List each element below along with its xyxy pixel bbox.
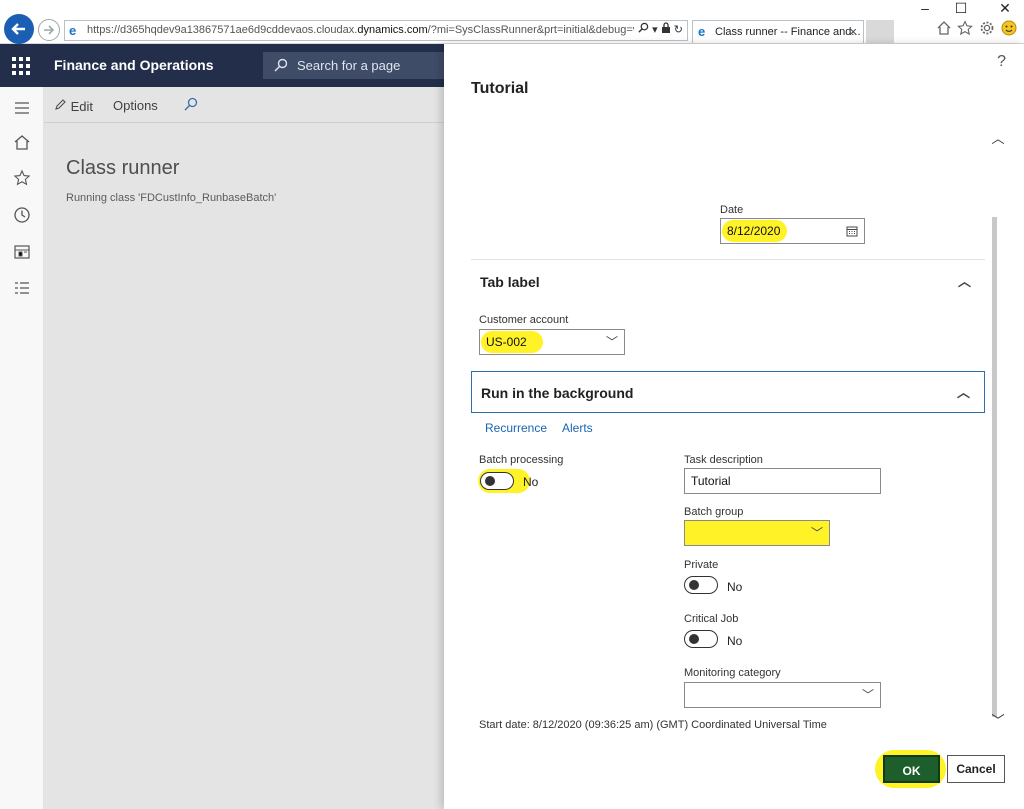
tab-title: Class runner -- Finance and...	[715, 26, 861, 38]
ok-button[interactable]: OK	[883, 755, 940, 783]
home-icon[interactable]	[936, 20, 952, 36]
lock-icon	[661, 22, 670, 33]
dropdown-icon: ▾	[652, 24, 658, 36]
clock-icon[interactable]	[13, 206, 31, 224]
star-icon[interactable]	[957, 20, 973, 36]
critical-job-label: Critical Job	[684, 613, 739, 625]
chevron-down-icon[interactable]: ﹀	[862, 683, 874, 707]
dialog-title: Tutorial	[471, 80, 529, 97]
navigation-rail	[0, 87, 44, 809]
workspaces-icon[interactable]	[13, 243, 31, 261]
cancel-button[interactable]: Cancel	[947, 755, 1005, 783]
ie-logo-icon: e	[698, 24, 706, 39]
ie-logo-icon: e	[69, 23, 77, 38]
address-bar[interactable]: e https://d365hqdev9a13867571ae6d9cddeva…	[64, 20, 688, 41]
private-toggle[interactable]	[684, 576, 718, 594]
maximize-button[interactable]: ☐	[946, 0, 976, 16]
search-input[interactable]: Search for a page	[263, 52, 444, 79]
star-icon[interactable]	[13, 169, 31, 187]
customer-account-field[interactable]: US-002 ﹀	[479, 329, 625, 355]
critical-job-toggle[interactable]	[684, 630, 718, 648]
batch-processing-toggle[interactable]	[480, 472, 514, 490]
arrow-left-icon	[11, 23, 25, 35]
search-icon	[274, 58, 288, 72]
help-icon[interactable]: ?	[997, 53, 1006, 71]
url-host: dynamics.com	[357, 24, 428, 36]
batch-group-field[interactable]: ﹀	[684, 520, 830, 546]
date-value: 8/12/2020	[727, 224, 781, 238]
critical-job-value: No	[727, 634, 743, 648]
browser-tab[interactable]: e Class runner -- Finance and... ×	[692, 20, 864, 43]
gear-icon[interactable]	[979, 20, 995, 36]
url-prefix: https://d365hqdev9a13867571ae6d9cddevaos…	[87, 24, 358, 36]
refresh-icon: ↻	[673, 24, 683, 36]
chevron-down-icon[interactable]: ﹀	[811, 521, 823, 545]
alerts-link[interactable]: Alerts	[562, 421, 593, 435]
calendar-icon[interactable]	[846, 225, 858, 237]
forward-button[interactable]	[38, 19, 60, 41]
monitoring-category-field[interactable]: ﹀	[684, 682, 881, 708]
toggle-knob	[689, 580, 699, 590]
search-placeholder: Search for a page	[297, 58, 401, 73]
modules-list-icon[interactable]	[13, 280, 31, 298]
run-in-background-section-header[interactable]: Run in the background ︿	[471, 371, 985, 413]
smiley-icon[interactable]	[1001, 20, 1017, 36]
chevron-up-icon[interactable]: ︿	[957, 382, 970, 401]
scrollbar[interactable]: ︿ ﹀	[990, 124, 1006, 734]
address-bar-icons[interactable]: ▾ ↻	[634, 21, 683, 40]
toggle-knob	[485, 476, 495, 486]
close-window-button[interactable]: ✕	[990, 0, 1020, 16]
start-date-text: Start date: 8/12/2020 (09:36:25 am) (GMT…	[479, 719, 827, 731]
new-tab-button[interactable]	[866, 20, 894, 43]
modal-overlay	[44, 87, 444, 809]
task-description-label: Task description	[684, 454, 763, 466]
home-icon[interactable]	[13, 133, 31, 151]
arrow-right-icon	[44, 25, 55, 35]
tab-label-section-header[interactable]: Tab label ︿	[471, 261, 985, 303]
minimize-button[interactable]: –	[910, 0, 940, 16]
search-icon	[638, 22, 649, 33]
hamburger-menu-icon[interactable]	[13, 99, 31, 117]
app-name[interactable]: Finance and Operations	[54, 57, 213, 73]
section-title: Run in the background	[481, 385, 634, 401]
toggle-knob	[689, 634, 699, 644]
tutorial-dialog: ? Tutorial ︿ ﹀ Date 8/12/2020 Tab label …	[444, 44, 1024, 809]
task-description-input[interactable]: Tutorial	[684, 468, 881, 494]
date-field[interactable]: 8/12/2020	[720, 218, 865, 244]
browser-toolbar: e https://d365hqdev9a13867571ae6d9cddeva…	[0, 0, 1024, 44]
scroll-up-icon[interactable]: ︿	[990, 128, 1006, 147]
recurrence-link[interactable]: Recurrence	[485, 421, 547, 435]
divider	[471, 259, 985, 260]
private-value: No	[727, 580, 743, 594]
batch-processing-label: Batch processing	[479, 454, 564, 466]
back-button[interactable]	[4, 14, 34, 44]
chevron-up-icon[interactable]: ︿	[958, 271, 971, 290]
section-title: Tab label	[480, 274, 540, 290]
batch-processing-value: No	[523, 475, 539, 489]
batch-group-label: Batch group	[684, 506, 744, 518]
app-launcher-icon[interactable]	[12, 57, 30, 75]
task-description-value: Tutorial	[691, 474, 731, 488]
tab-close-icon[interactable]: ×	[849, 21, 857, 43]
customer-account-label: Customer account	[479, 314, 569, 326]
chevron-down-icon[interactable]: ﹀	[606, 330, 618, 354]
private-label: Private	[684, 559, 719, 571]
scroll-thumb[interactable]	[992, 217, 997, 717]
url-suffix: /?mi=SysClassRunner&prt=initial&debug=vs	[427, 24, 644, 36]
monitoring-category-label: Monitoring category	[684, 667, 781, 679]
customer-account-value: US-002	[486, 335, 527, 349]
app-header: Finance and Operations Search for a page	[0, 44, 444, 87]
scroll-down-icon[interactable]: ﹀	[990, 710, 1006, 729]
date-label: Date	[720, 204, 744, 216]
